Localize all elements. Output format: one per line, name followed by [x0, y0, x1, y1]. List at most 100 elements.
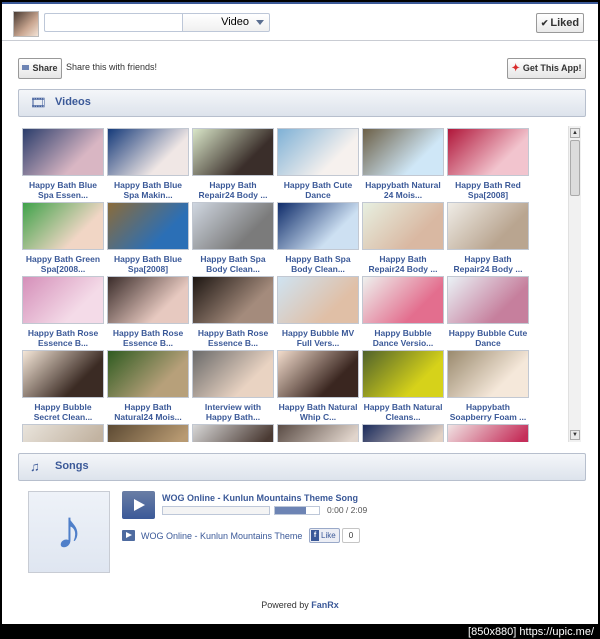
video-item[interactable]: Interview with Happy Bath... — [191, 350, 275, 423]
video-thumbnail[interactable] — [192, 276, 274, 324]
video-item[interactable]: Happy Bath Blue Spa[2008] — [106, 202, 190, 275]
video-caption[interactable]: Happy Bath Green Spa[2008... — [21, 254, 105, 274]
get-app-button[interactable]: ✦ Get This App! — [507, 58, 586, 79]
page-avatar[interactable] — [13, 11, 39, 37]
video-item[interactable]: Happy Bath Repair24 Body ... — [361, 202, 445, 275]
share-button[interactable]: Share — [18, 58, 62, 79]
songs-section-header[interactable]: ♫ Songs — [18, 453, 586, 481]
video-thumbnail[interactable] — [22, 276, 104, 324]
video-caption[interactable]: Happy Bath Blue Spa Makin... — [106, 180, 190, 200]
video-item[interactable]: Happy Bath Blue Spa Makin... — [106, 128, 190, 201]
play-button[interactable] — [122, 491, 155, 519]
video-thumbnail[interactable] — [447, 424, 529, 442]
video-thumbnail[interactable] — [447, 350, 529, 398]
video-thumbnail[interactable] — [107, 424, 189, 442]
video-thumbnail[interactable] — [362, 350, 444, 398]
scroll-up-arrow-icon[interactable]: ▲ — [570, 128, 580, 138]
video-caption[interactable]: Happy Bath Spa Body Clean... — [191, 254, 275, 274]
video-thumbnail[interactable] — [277, 350, 359, 398]
video-item[interactable]: Happy Bath Natural24 Mois... — [106, 350, 190, 423]
video-thumbnail[interactable] — [447, 276, 529, 324]
video-caption[interactable]: Happy Bath Repair24 Body ... — [446, 254, 530, 274]
video-caption[interactable]: Happy Bath Rose Essence B... — [106, 328, 190, 348]
liked-button[interactable]: ✔ Liked — [536, 13, 584, 33]
video-item[interactable]: Happy Bath Cute Dance — [276, 128, 360, 201]
video-item[interactable]: Happy Bubble Dance Versio... — [361, 276, 445, 349]
video-item[interactable]: Happybath Natural 24 Mois... — [361, 128, 445, 201]
video-grid-scrollbar[interactable]: ▲ ▼ — [568, 126, 581, 442]
video-thumbnail[interactable] — [192, 128, 274, 176]
volume-slider[interactable] — [274, 506, 320, 515]
video-thumbnail[interactable] — [107, 202, 189, 250]
video-thumbnail[interactable] — [447, 128, 529, 176]
video-caption[interactable]: Happy Bath Rose Essence B... — [191, 328, 275, 348]
video-caption[interactable]: Happy Bubble Secret Clean... — [21, 402, 105, 422]
video-item[interactable] — [191, 424, 275, 442]
track-title[interactable]: WOG Online - Kunlun Mountains Theme — [141, 531, 302, 541]
video-item[interactable]: Happy Bubble Secret Clean... — [21, 350, 105, 423]
fanrx-link[interactable]: FanRx — [311, 600, 339, 610]
video-caption[interactable]: Happy Bath Spa Body Clean... — [276, 254, 360, 274]
video-item[interactable]: Happy Bath Rose Essence B... — [106, 276, 190, 349]
video-caption[interactable]: Happy Bath Repair24 Body ... — [191, 180, 275, 200]
video-thumbnail[interactable] — [107, 276, 189, 324]
video-item[interactable]: Happy Bubble Cute Dance — [446, 276, 530, 349]
fb-like-button[interactable]: f Like — [309, 528, 340, 543]
search-input[interactable] — [44, 13, 182, 32]
video-item[interactable] — [276, 424, 360, 442]
video-caption[interactable]: Happy Bath Blue Spa Essen... — [21, 180, 105, 200]
video-caption[interactable]: Happy Bath Rose Essence B... — [21, 328, 105, 348]
video-caption[interactable]: Happy Bath Red Spa[2008] — [446, 180, 530, 200]
video-thumbnail[interactable] — [362, 128, 444, 176]
video-thumbnail[interactable] — [277, 202, 359, 250]
video-item[interactable]: Happybath Soapberry Foam ... — [446, 350, 530, 423]
video-item[interactable]: Happy Bath Natural Cleans... — [361, 350, 445, 423]
song-progress-bar[interactable] — [162, 506, 270, 515]
video-caption[interactable]: Happy Bath Natural Whip C... — [276, 402, 360, 422]
scroll-down-arrow-icon[interactable]: ▼ — [570, 430, 580, 440]
video-item[interactable]: Happy Bath Green Spa[2008... — [21, 202, 105, 275]
video-thumbnail[interactable] — [192, 350, 274, 398]
video-thumbnail[interactable] — [22, 424, 104, 442]
video-item[interactable]: Happy Bath Red Spa[2008] — [446, 128, 530, 201]
video-caption[interactable]: Happy Bath Repair24 Body ... — [361, 254, 445, 274]
video-thumbnail[interactable] — [362, 276, 444, 324]
video-caption[interactable]: Happy Bath Cute Dance — [276, 180, 360, 200]
video-caption[interactable]: Happy Bath Natural24 Mois... — [106, 402, 190, 422]
video-item[interactable]: Happy Bath Rose Essence B... — [191, 276, 275, 349]
track-play-button[interactable] — [122, 530, 135, 541]
video-caption[interactable]: Happybath Soapberry Foam ... — [446, 402, 530, 422]
video-thumbnail[interactable] — [107, 350, 189, 398]
scrollbar-thumb[interactable] — [570, 140, 580, 196]
video-item[interactable]: Happy Bath Repair24 Body ... — [191, 128, 275, 201]
video-thumbnail[interactable] — [277, 276, 359, 324]
video-thumbnail[interactable] — [192, 424, 274, 442]
video-caption[interactable]: Happybath Natural 24 Mois... — [361, 180, 445, 200]
video-thumbnail[interactable] — [277, 128, 359, 176]
video-item[interactable]: Happy Bath Natural Whip C... — [276, 350, 360, 423]
video-item[interactable] — [446, 424, 530, 442]
video-item[interactable]: Happy Bath Spa Body Clean... — [191, 202, 275, 275]
video-thumbnail[interactable] — [362, 424, 444, 442]
video-caption[interactable]: Happy Bubble MV Full Vers... — [276, 328, 360, 348]
video-caption[interactable]: Happy Bubble Cute Dance — [446, 328, 530, 348]
video-thumbnail[interactable] — [107, 128, 189, 176]
video-item[interactable]: Happy Bath Rose Essence B... — [21, 276, 105, 349]
video-thumbnail[interactable] — [362, 202, 444, 250]
video-caption[interactable]: Happy Bubble Dance Versio... — [361, 328, 445, 348]
video-caption[interactable]: Interview with Happy Bath... — [191, 402, 275, 422]
video-item[interactable] — [361, 424, 445, 442]
videos-section-header[interactable]: 🎞 Videos — [18, 89, 586, 117]
video-item[interactable]: Happy Bath Repair24 Body ... — [446, 202, 530, 275]
video-item[interactable]: Happy Bath Blue Spa Essen... — [21, 128, 105, 201]
video-thumbnail[interactable] — [22, 202, 104, 250]
video-item[interactable]: Happy Bath Spa Body Clean... — [276, 202, 360, 275]
video-item[interactable] — [106, 424, 190, 442]
video-caption[interactable]: Happy Bath Blue Spa[2008] — [106, 254, 190, 274]
media-type-select[interactable]: Video — [182, 13, 270, 32]
video-item[interactable] — [21, 424, 105, 442]
video-thumbnail[interactable] — [22, 350, 104, 398]
video-thumbnail[interactable] — [192, 202, 274, 250]
video-thumbnail[interactable] — [22, 128, 104, 176]
video-caption[interactable]: Happy Bath Natural Cleans... — [361, 402, 445, 422]
